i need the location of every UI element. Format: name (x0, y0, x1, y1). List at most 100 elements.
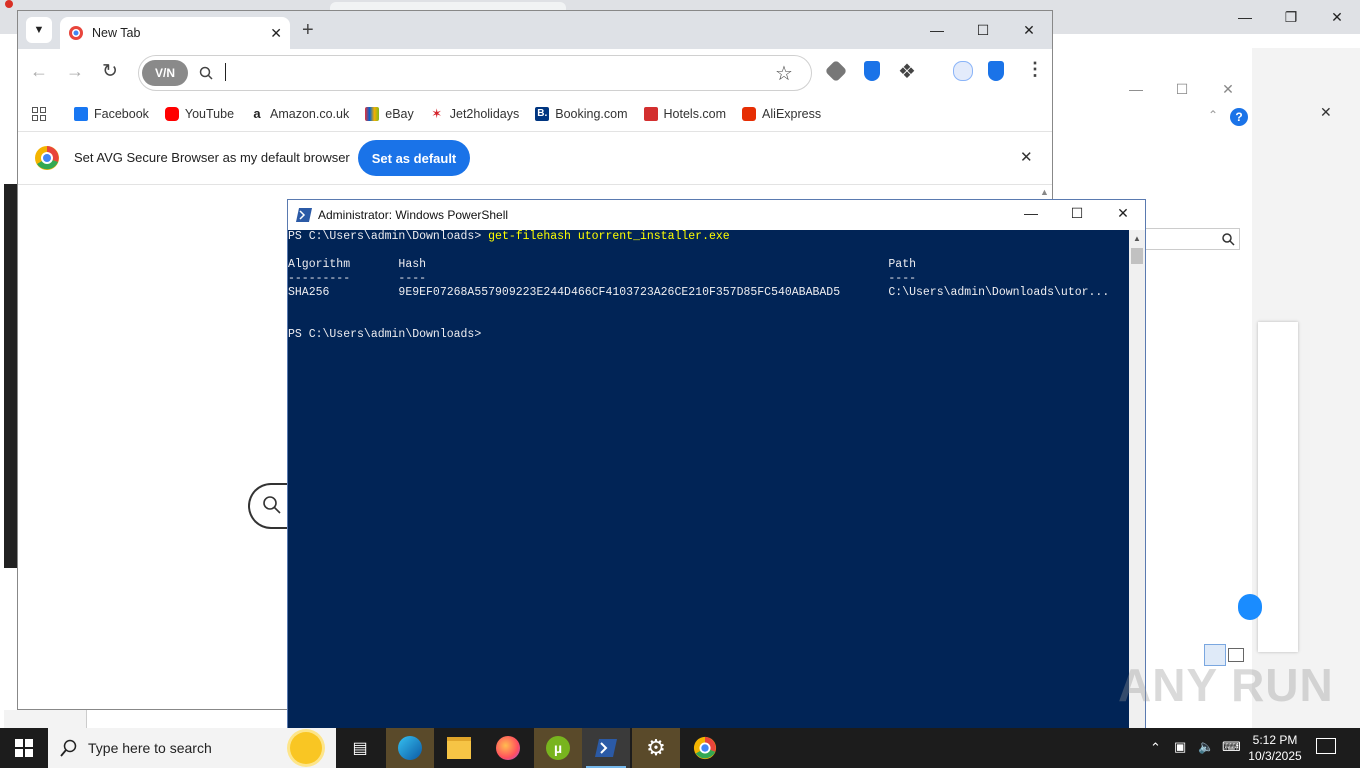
chevron-up-icon[interactable]: ⌃ (1208, 108, 1218, 122)
background-close-button[interactable]: ✕ (1314, 0, 1360, 34)
tray-chevron-up-icon[interactable]: ⌃ (1150, 740, 1161, 756)
powershell-console[interactable]: PS C:\Users\admin\Downloads> get-filehas… (288, 230, 1129, 729)
bookmark-label: Hotels.com (663, 107, 727, 121)
edge-icon (398, 736, 422, 760)
taskbar-edge[interactable] (386, 728, 434, 768)
firefox-icon (496, 736, 520, 760)
set-as-default-button[interactable]: Set as default (358, 140, 470, 176)
background-dark-strip (4, 184, 18, 568)
amazon-icon: a (250, 107, 265, 121)
bookmark-ebay[interactable]: eBay (365, 107, 414, 121)
forward-icon[interactable]: → (66, 61, 84, 82)
bookmark-aliexpress[interactable]: AliExpress (742, 107, 821, 121)
taskbar-file-explorer[interactable] (435, 728, 483, 768)
start-button[interactable] (0, 728, 48, 768)
help-icon[interactable]: ? (1230, 108, 1248, 126)
taskbar-settings[interactable]: ⚙ (632, 728, 680, 768)
tab-new-tab[interactable]: New Tab ✕ (60, 17, 290, 49)
tab-title: New Tab (92, 26, 141, 40)
menu-kebab-icon[interactable]: ⋮ (1026, 59, 1044, 80)
avg-browser-icon (693, 736, 717, 760)
tab-search-button[interactable]: ▼ (26, 17, 52, 43)
address-bar[interactable]: V/N ☆ (138, 55, 812, 91)
avg-browser-logo (35, 146, 59, 170)
task-view-icon[interactable]: ▤ (336, 728, 384, 768)
gear-icon: ⚙ (646, 735, 666, 760)
console-prompt-current: PS C:\Users\admin\Downloads> (288, 328, 482, 341)
default-browser-infobar: Set AVG Secure Browser as my default bro… (18, 131, 1052, 185)
console-scrollbar[interactable]: ▲ (1129, 230, 1145, 729)
dialog-minimize-icon[interactable]: — (1114, 72, 1158, 106)
keyboard-icon[interactable]: ⌨ (1222, 739, 1241, 755)
powershell-icon (296, 208, 312, 222)
bookmark-star-icon[interactable]: ☆ (775, 61, 793, 86)
scrollbar-thumb[interactable] (1131, 248, 1143, 264)
reload-icon[interactable]: ↻ (102, 60, 118, 83)
search-icon (263, 496, 281, 514)
browser-maximize-button[interactable]: ☐ (960, 13, 1006, 47)
background-minimize-button[interactable]: — (1222, 0, 1268, 34)
powershell-titlebar: Administrator: Windows PowerShell — ☐ ✕ (288, 200, 1145, 230)
taskbar-avg-browser[interactable] (681, 728, 729, 768)
clock[interactable]: 5:12 PM 10/3/2025 (1246, 732, 1304, 764)
taskbar-powershell[interactable] (582, 728, 630, 768)
browser-minimize-button[interactable]: — (914, 13, 960, 47)
console-prompt: PS C:\Users\admin\Downloads> (288, 230, 489, 243)
bookmark-jet2holidays[interactable]: ✶ Jet2holidays (429, 107, 519, 121)
taskbar-firefox[interactable] (484, 728, 532, 768)
profile-avatar-icon[interactable] (953, 61, 973, 81)
privacy-extension-icon[interactable] (824, 59, 848, 83)
bookmarks-bar: Facebook YouTube a Amazon.co.uk eBay ✶ Jet… (18, 97, 1052, 131)
new-tab-button[interactable]: + (302, 19, 314, 42)
ps-maximize-button[interactable]: ☐ (1054, 198, 1100, 228)
powershell-title: Administrator: Windows PowerShell (318, 208, 509, 222)
panel-close-icon[interactable]: ✕ (1320, 104, 1332, 121)
taskbar-search-box[interactable]: Type here to search (48, 728, 336, 768)
bookmark-youtube[interactable]: YouTube (164, 107, 235, 121)
console-separator: --------- ---- ---- (288, 272, 917, 285)
taskbar-utorrent[interactable]: µ (534, 728, 582, 768)
bookmark-hotels[interactable]: Hotels.com (643, 107, 727, 121)
bookmark-label: AliExpress (762, 107, 822, 121)
clock-date: 10/3/2025 (1248, 749, 1302, 763)
tab-close-icon[interactable]: ✕ (270, 25, 282, 42)
search-icon (60, 739, 77, 757)
bookmark-facebook[interactable]: Facebook (74, 107, 149, 121)
network-icon[interactable]: ▣ (1174, 739, 1186, 755)
background-tab-favicon (5, 0, 13, 8)
back-icon[interactable]: ← (30, 61, 48, 82)
ps-minimize-button[interactable]: — (1008, 198, 1054, 228)
scroll-up-arrow[interactable]: ▲ (1133, 234, 1141, 243)
background-restore-button[interactable]: ❐ (1268, 0, 1314, 34)
console-command: get-filehash utorrent_installer.exe (488, 230, 730, 243)
apps-grid-icon[interactable] (32, 107, 46, 121)
background-search-box[interactable] (1144, 228, 1240, 250)
background-blue-button[interactable] (1238, 594, 1262, 620)
search-icon (1222, 233, 1235, 246)
browser-close-button[interactable]: ✕ (1006, 13, 1052, 47)
volume-icon[interactable]: 🔈 (1198, 739, 1214, 755)
address-input-caret (225, 63, 226, 81)
avg-browser-icon (69, 26, 83, 40)
hotels-icon (643, 107, 658, 121)
infobar-close-icon[interactable]: ✕ (1020, 148, 1033, 166)
vpn-button[interactable]: V/N (142, 60, 188, 86)
ps-close-button[interactable]: ✕ (1100, 198, 1146, 228)
extensions-puzzle-icon[interactable]: ❖ (898, 59, 916, 84)
windows-logo-icon (15, 739, 33, 757)
search-highlight-smiley-icon[interactable] (290, 732, 322, 764)
infobar-message: Set AVG Secure Browser as my default bro… (74, 150, 350, 165)
bookmark-booking[interactable]: B. Booking.com (535, 107, 628, 121)
bookmark-label: Amazon.co.uk (270, 107, 350, 121)
browser-toolbar: ← → ↻ V/N ☆ ❖ ⋮ (18, 49, 1052, 97)
bookmark-label: eBay (385, 107, 414, 121)
dialog-maximize-icon[interactable]: ☐ (1160, 72, 1204, 106)
dialog-close-icon[interactable]: ✕ (1206, 72, 1250, 106)
folder-icon (447, 737, 471, 759)
notifications-icon[interactable] (1316, 738, 1336, 754)
shield-extension-icon[interactable] (864, 61, 880, 81)
bookmark-amazon[interactable]: a Amazon.co.uk (250, 107, 349, 121)
security-shield-icon[interactable] (988, 61, 1004, 81)
bookmark-label: YouTube (184, 107, 235, 121)
scroll-up-arrow[interactable]: ▲ (1040, 187, 1049, 197)
